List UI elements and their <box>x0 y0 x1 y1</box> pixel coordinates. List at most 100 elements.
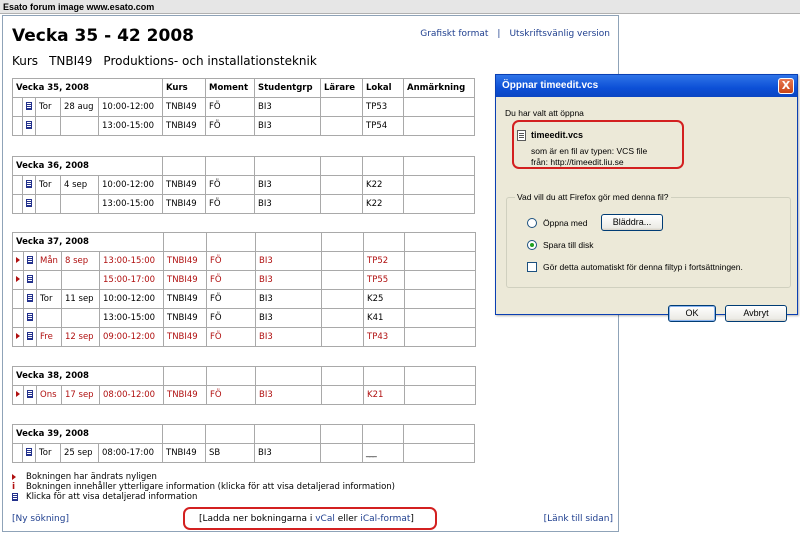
detail-doc-icon[interactable] <box>27 389 33 398</box>
column-header <box>404 366 476 386</box>
detail-doc-icon[interactable] <box>26 447 32 456</box>
detail-doc-icon[interactable] <box>27 312 33 321</box>
detail-doc-icon[interactable] <box>27 293 33 302</box>
group-cell: BI3 <box>255 327 322 347</box>
legend-detail: Klicka för att visa detaljerad informati… <box>12 492 395 502</box>
teacher-cell <box>320 194 363 214</box>
week-table: Vecka 37, 2008 Mån 8 sep 13:00-15:00 TNBI49 F… <box>12 232 476 347</box>
booking-row[interactable]: Fre 12 sep 09:00-12:00 TNBI49 FÖ BI3 TP43 <box>12 327 476 347</box>
date-cell: 12 sep <box>61 327 100 347</box>
day-cell <box>35 194 61 214</box>
browse-button[interactable]: Bläddra... <box>601 214 663 231</box>
booking-row[interactable]: Tor 25 sep 08:00-17:00 TNBI49 SB BI3 ___ <box>12 443 475 463</box>
time-cell: 15:00-17:00 <box>99 270 164 290</box>
week-label: Vecka 38, 2008 <box>12 366 164 386</box>
week-table: Vecka 35, 2008 Kurs Moment Studentgrp Lärare… <box>12 78 475 136</box>
booking-row[interactable]: Tor 28 aug 10:00-12:00 TNBI49 FÖ BI3 TP53 <box>12 97 475 117</box>
detail-cell <box>23 308 37 328</box>
room-cell: TP55 <box>363 270 405 290</box>
column-header <box>206 232 256 252</box>
save-to-disk-radio[interactable] <box>527 240 537 250</box>
column-header <box>254 156 321 176</box>
room-cell: K21 <box>363 385 405 405</box>
cancel-button[interactable]: Avbryt <box>725 305 787 322</box>
column-header <box>254 424 321 444</box>
moment-cell: FÖ <box>206 327 256 347</box>
booking-row[interactable]: 15:00-17:00 TNBI49 FÖ BI3 TP55 <box>12 270 476 290</box>
date-cell: 28 aug <box>60 97 99 117</box>
info-icon: i <box>12 482 16 492</box>
teacher-cell <box>321 251 364 271</box>
group-cell: BI3 <box>255 385 322 405</box>
booking-row[interactable]: Tor 4 sep 10:00-12:00 TNBI49 FÖ BI3 K22 <box>12 175 475 195</box>
room-cell: TP52 <box>363 251 405 271</box>
teacher-cell <box>320 97 363 117</box>
teacher-cell <box>321 385 364 405</box>
changed-marker-cell <box>12 251 24 271</box>
legend-info-text: Bokningen innehåller ytterligare informa… <box>26 482 395 492</box>
changed-marker-cell <box>12 116 23 136</box>
booking-row[interactable]: 13:00-15:00 TNBI49 FÖ BI3 K22 <box>12 194 475 214</box>
changed-marker-cell <box>12 289 24 309</box>
changed-marker-cell <box>12 327 24 347</box>
day-cell <box>36 270 62 290</box>
course-cell: TNBI49 <box>162 175 206 195</box>
course-cell: TNBI49 <box>162 116 206 136</box>
course-cell: TNBI49 <box>163 289 207 309</box>
download-highlight-ring <box>183 507 437 530</box>
changed-arrow-icon <box>16 257 20 263</box>
moment-cell: FÖ <box>206 308 256 328</box>
moment-cell: FÖ <box>205 116 255 136</box>
close-icon[interactable]: X <box>778 78 794 94</box>
detail-cell <box>22 175 36 195</box>
day-cell: Fre <box>36 327 62 347</box>
booking-row[interactable]: 13:00-15:00 TNBI49 FÖ BI3 K41 <box>12 308 476 328</box>
detail-doc-icon[interactable] <box>26 179 32 188</box>
room-cell: K22 <box>362 194 404 214</box>
link-separator: | <box>497 29 501 39</box>
detail-doc-icon[interactable] <box>26 120 32 129</box>
room-cell: TP43 <box>363 327 405 347</box>
date-cell: 25 sep <box>60 443 99 463</box>
booking-row[interactable]: Tor 11 sep 10:00-12:00 TNBI49 FÖ BI3 K25 <box>12 289 476 309</box>
ok-button[interactable]: OK <box>668 305 716 322</box>
note-cell <box>403 175 475 195</box>
open-with-radio[interactable] <box>527 218 537 228</box>
column-header <box>362 424 404 444</box>
changed-marker-cell <box>12 308 24 328</box>
booking-row[interactable]: 13:00-15:00 TNBI49 FÖ BI3 TP54 <box>12 116 475 136</box>
legend: Bokningen har ändrats nyligen i Bokningen… <box>12 472 395 502</box>
new-search-link[interactable]: [Ny sökning] <box>12 514 69 524</box>
detail-doc-icon[interactable] <box>26 101 32 110</box>
room-cell: K41 <box>363 308 405 328</box>
teacher-cell <box>321 270 364 290</box>
day-cell: Mån <box>36 251 62 271</box>
note-cell <box>404 327 476 347</box>
dialog-title: Öppnar timeedit.vcs <box>502 80 599 91</box>
column-header <box>320 424 363 444</box>
detail-doc-icon[interactable] <box>27 274 33 283</box>
detail-doc-icon[interactable] <box>26 198 32 207</box>
link-to-page[interactable]: [Länk till sidan] <box>544 514 613 524</box>
column-header <box>205 424 255 444</box>
week-label: Vecka 35, 2008 <box>12 78 163 98</box>
room-cell: K25 <box>363 289 405 309</box>
print-version-link[interactable]: Utskriftsvänlig version <box>509 29 610 39</box>
graphic-format-link[interactable]: Grafiskt format <box>420 29 488 39</box>
group-cell: BI3 <box>255 251 322 271</box>
course-cell: TNBI49 <box>162 443 206 463</box>
booking-row[interactable]: Mån 8 sep 13:00-15:00 TNBI49 FÖ BI3 TP52 <box>12 251 476 271</box>
auto-checkbox[interactable] <box>527 262 537 272</box>
changed-arrow-icon <box>12 474 16 480</box>
moment-cell: FÖ <box>206 251 256 271</box>
detail-doc-icon[interactable] <box>27 331 33 340</box>
time-cell: 08:00-12:00 <box>99 385 164 405</box>
detail-doc-icon[interactable] <box>27 255 33 264</box>
week-header-row: Vecka 37, 2008 <box>12 232 476 252</box>
note-cell <box>403 194 475 214</box>
booking-row[interactable]: Ons 17 sep 08:00-12:00 TNBI49 FÖ BI3 K21 <box>12 385 476 405</box>
date-cell <box>61 270 100 290</box>
date-cell: 8 sep <box>61 251 100 271</box>
column-header <box>404 232 476 252</box>
save-to-disk-label: Spara till disk <box>543 240 594 250</box>
